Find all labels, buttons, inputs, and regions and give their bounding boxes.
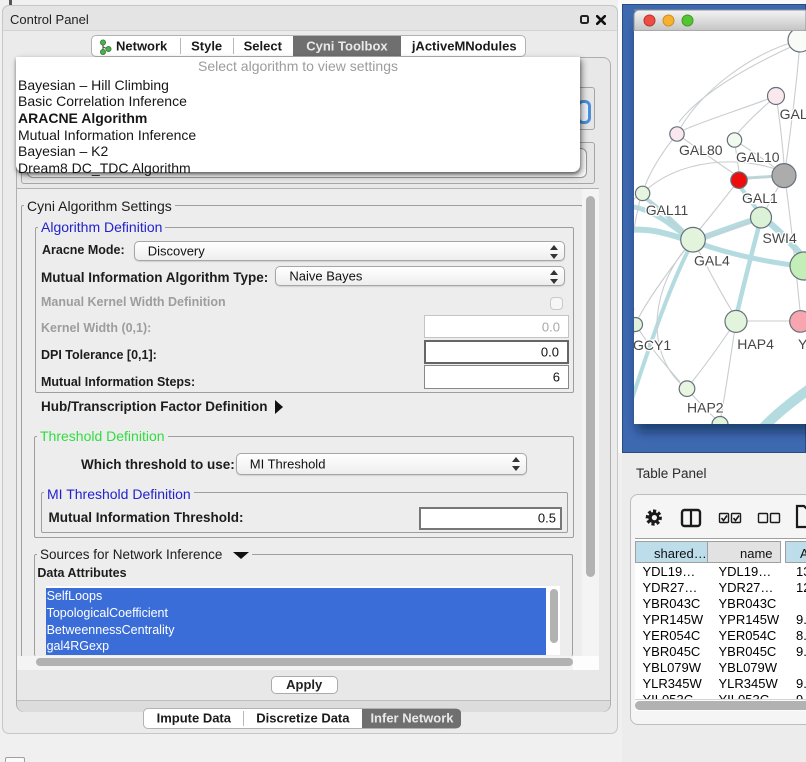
svg-text:GAL11: GAL11 [646, 202, 689, 218]
svg-text:HAP4: HAP4 [737, 336, 774, 352]
svg-text:GCY1: GCY1 [633, 337, 671, 353]
svg-text:GAL80: GAL80 [679, 142, 723, 158]
svg-text:HAP2: HAP2 [687, 400, 724, 416]
svg-text:GAL4: GAL4 [694, 253, 730, 269]
svg-text:SWI4: SWI4 [763, 230, 797, 246]
svg-text:GAL1: GAL1 [742, 190, 778, 206]
svg-text:GAL2: GAL2 [780, 106, 806, 122]
svg-text:Y: Y [798, 336, 806, 352]
svg-text:GAL10: GAL10 [736, 149, 780, 165]
